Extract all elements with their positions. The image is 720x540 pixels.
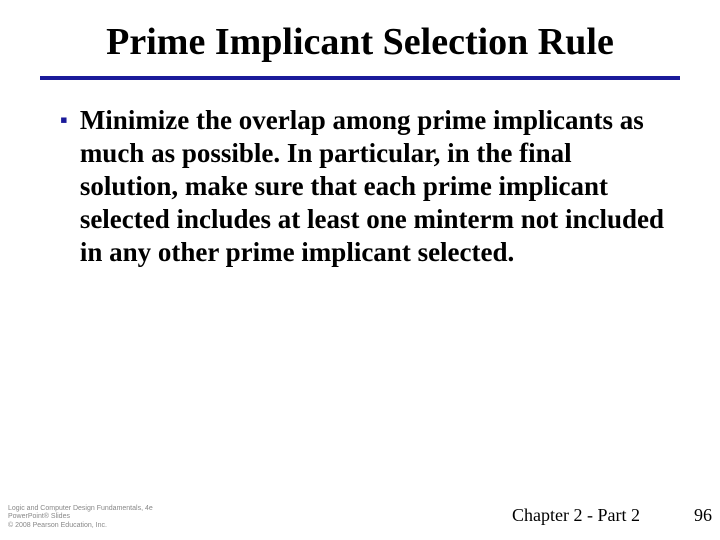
title-underline [40,76,680,80]
footer: Logic and Computer Design Fundamentals, … [0,490,720,530]
slide-body: ▪ Minimize the overlap among prime impli… [40,104,680,269]
bullet-item: ▪ Minimize the overlap among prime impli… [60,104,670,269]
slide-title: Prime Implicant Selection Rule [40,20,680,76]
bullet-square-icon: ▪ [60,104,68,136]
footer-chapter: Chapter 2 - Part 2 [0,505,720,526]
bullet-text: Minimize the overlap among prime implica… [80,104,670,269]
footer-page-number: 96 [694,505,712,526]
slide-container: Prime Implicant Selection Rule ▪ Minimiz… [0,0,720,540]
